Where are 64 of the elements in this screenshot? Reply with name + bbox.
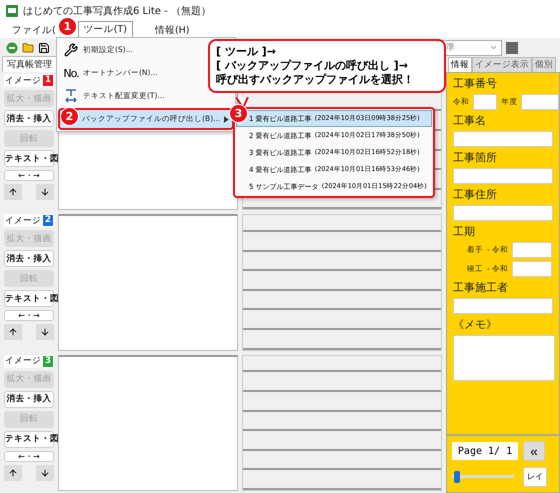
input-field[interactable]: [521, 94, 559, 110]
field-label: 工期: [453, 224, 476, 239]
input-field[interactable]: [453, 168, 553, 184]
field-label: 工事番号: [453, 76, 498, 91]
text-lines-panel[interactable]: [242, 214, 442, 351]
layout-button[interactable]: レイ: [523, 466, 547, 487]
chevron-down-icon: [489, 43, 498, 52]
tab[interactable]: 情報: [448, 57, 472, 72]
slider-thumb[interactable]: [454, 470, 460, 483]
swap-button[interactable]: ←・→: [4, 310, 54, 322]
menu-item[interactable]: 情報(H): [148, 22, 196, 38]
window-title: はじめての工事写真作成6 Lite - （無題）: [23, 4, 211, 18]
image-button[interactable]: 消去・挿入: [4, 110, 54, 127]
field-label: 工事住所: [453, 187, 498, 202]
arrow-up-icon: [8, 187, 18, 197]
number-icon: No.: [63, 66, 79, 80]
callout-text: [ ツール ]→: [216, 45, 277, 59]
arrow-up-icon: [8, 327, 18, 338]
arrow-up-icon: [8, 468, 18, 478]
swap-button[interactable]: ←・→: [4, 450, 54, 462]
image-label-text: イメージ: [4, 214, 41, 227]
app-icon: [6, 5, 18, 17]
image-number: 2: [42, 215, 54, 226]
save-icon[interactable]: [38, 42, 50, 54]
color-swatch[interactable]: [506, 42, 518, 54]
field-label: 《メモ》: [453, 317, 498, 332]
image-button[interactable]: 消去・挿入: [4, 250, 54, 268]
callout-text: [ バックアップファイルの呼び出し ]→: [216, 59, 409, 73]
image-label-text: イメージ: [4, 355, 41, 368]
arrow-down-icon: [40, 327, 50, 338]
memo-field[interactable]: [453, 335, 555, 381]
style-select[interactable]: 準: [442, 40, 502, 56]
image-button[interactable]: 消去・挿入: [4, 390, 54, 408]
image-label-text: イメージ: [4, 74, 41, 86]
text-lines-panel[interactable]: [242, 354, 442, 491]
field-label: 工事名: [453, 113, 487, 128]
input-field[interactable]: [453, 131, 553, 147]
arrow-down-icon: [40, 468, 50, 478]
move-up-button[interactable]: [4, 324, 22, 340]
page-indicator: Page 1/ 1: [452, 442, 518, 460]
wrench-icon: [64, 43, 78, 57]
tab[interactable]: 個別: [532, 57, 556, 72]
move-down-button[interactable]: [36, 184, 54, 200]
input-field[interactable]: [473, 94, 498, 110]
field-label: 工事施工者: [453, 280, 509, 295]
input-field[interactable]: [512, 242, 552, 258]
text-layout-icon: [64, 88, 78, 104]
input-field[interactable]: [453, 205, 553, 221]
first-page-button[interactable]: «: [523, 441, 545, 462]
tab[interactable]: 写真帳管理: [2, 56, 57, 72]
swap-button[interactable]: ←・→: [4, 170, 54, 181]
move-down-button[interactable]: [36, 464, 54, 481]
input-field[interactable]: [453, 298, 553, 314]
image-number: 3: [42, 356, 54, 367]
arrow-down-icon: [40, 187, 50, 197]
move-down-button[interactable]: [36, 324, 54, 340]
image-number: 1: [42, 75, 54, 86]
input-field[interactable]: [512, 261, 552, 277]
tab[interactable]: イメージ表示: [472, 57, 532, 72]
move-up-button[interactable]: [4, 184, 22, 200]
callout-text: 呼び出すバックアップファイルを選択！: [216, 73, 415, 87]
move-up-button[interactable]: [4, 464, 22, 481]
folder-icon[interactable]: [22, 42, 34, 54]
field-label: 工事箇所: [453, 150, 498, 165]
